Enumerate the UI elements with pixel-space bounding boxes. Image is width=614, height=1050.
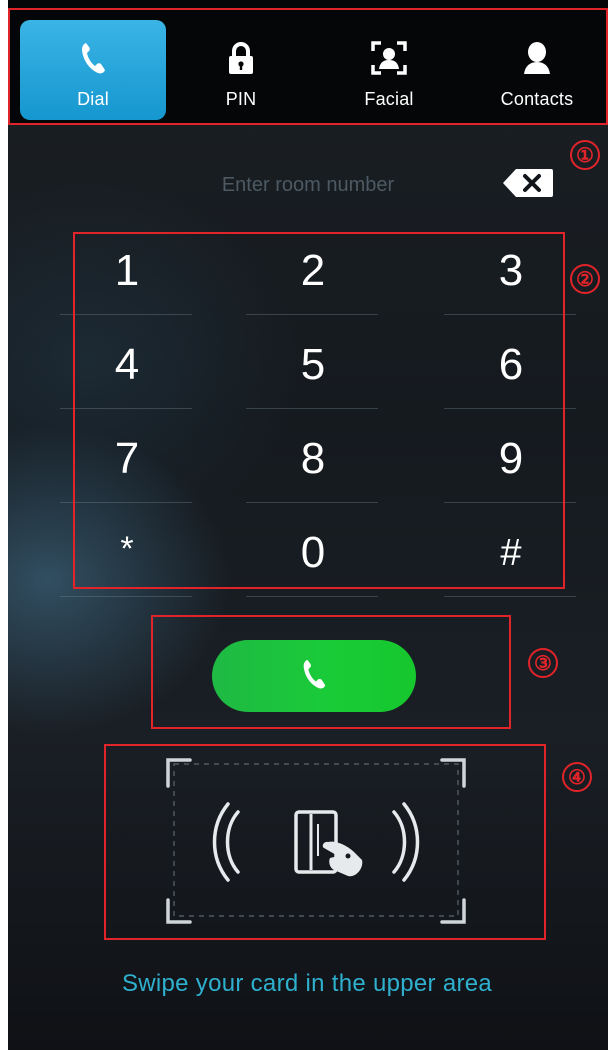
- keypad-divider: [444, 596, 576, 597]
- highlight-box-card: [104, 744, 546, 940]
- highlight-box-tabs: [8, 8, 608, 125]
- marker-1: ①: [570, 140, 600, 170]
- marker-4: ④: [562, 762, 592, 792]
- backspace-button[interactable]: [502, 168, 554, 198]
- keypad-divider: [60, 596, 192, 597]
- keypad-divider: [246, 596, 378, 597]
- highlight-box-keypad: [73, 232, 565, 589]
- highlight-box-call: [151, 615, 511, 729]
- marker-2: ②: [570, 264, 600, 294]
- room-number-input[interactable]: Enter room number: [168, 168, 448, 202]
- backspace-icon: [503, 169, 553, 197]
- marker-3: ③: [528, 648, 558, 678]
- card-hint-text: Swipe your card in the upper area: [121, 970, 493, 997]
